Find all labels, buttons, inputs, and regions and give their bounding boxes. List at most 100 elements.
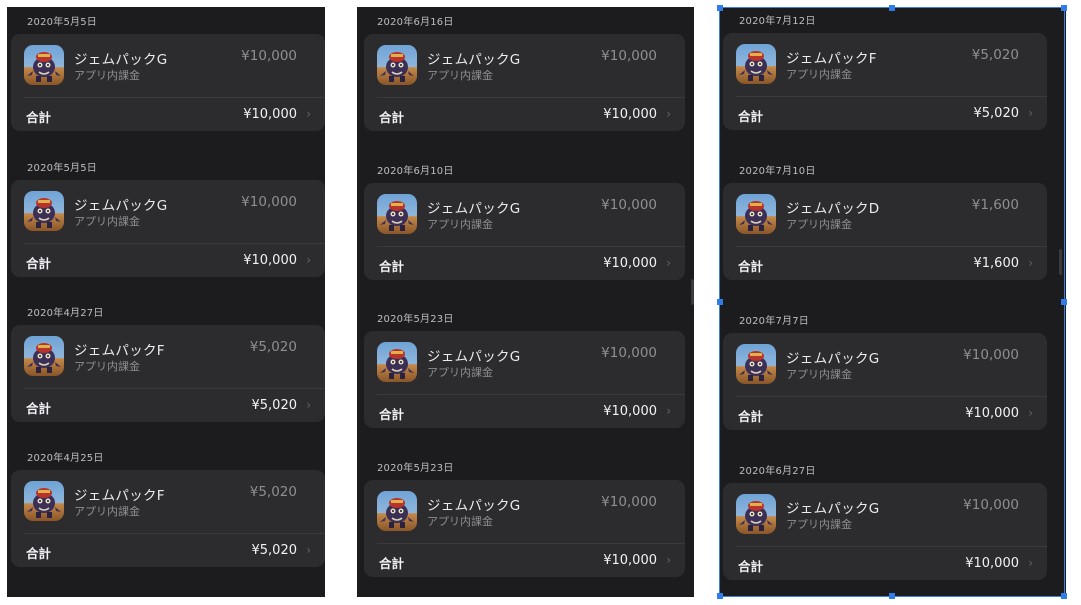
item-name: ジェムパックG <box>74 198 168 214</box>
purchase-date: 2020年5月5日 <box>27 17 97 28</box>
total-row[interactable]: 合計 ¥10,000 › <box>364 98 685 131</box>
purchase-card[interactable]: ジェムパックG アプリ内課金 ¥10,000 合計 ¥10,000 › <box>364 34 685 131</box>
total-label: 合計 <box>738 109 764 124</box>
total-label: 合計 <box>379 556 405 571</box>
game-character-app-icon <box>24 191 64 231</box>
total-value: ¥10,000 <box>603 553 657 568</box>
scroll-indicator[interactable] <box>1059 249 1062 275</box>
item-type: アプリ内課金 <box>786 68 852 81</box>
purchase-date: 2020年7月10日 <box>739 166 816 177</box>
item-name: ジェムパックG <box>427 349 521 365</box>
chevron-right-icon: › <box>666 256 671 270</box>
chevron-right-icon: › <box>1028 406 1033 420</box>
purchase-card[interactable]: ジェムパックG アプリ内課金 ¥10,000 合計 ¥10,000 › <box>723 333 1047 430</box>
item-price: ¥10,000 <box>241 194 297 210</box>
purchase-card[interactable]: ジェムパックF アプリ内課金 ¥5,020 合計 ¥5,020 › <box>723 33 1047 130</box>
item-price: ¥10,000 <box>601 197 657 213</box>
item-type: アプリ内課金 <box>427 515 493 528</box>
purchase-item-row[interactable]: ジェムパックF アプリ内課金 ¥5,020 <box>11 325 325 388</box>
purchase-item-row[interactable]: ジェムパックF アプリ内課金 ¥5,020 <box>11 470 325 533</box>
total-row[interactable]: 合計 ¥10,000 › <box>723 397 1047 430</box>
chevron-right-icon: › <box>306 107 311 121</box>
purchase-card[interactable]: ジェムパックG アプリ内課金 ¥10,000 合計 ¥10,000 › <box>364 480 685 577</box>
game-character-app-icon <box>736 194 776 234</box>
purchase-card[interactable]: ジェムパックG アプリ内課金 ¥10,000 合計 ¥10,000 › <box>723 483 1047 580</box>
item-type: アプリ内課金 <box>786 518 852 531</box>
total-value: ¥10,000 <box>965 556 1019 571</box>
total-value: ¥5,020 <box>251 543 298 558</box>
item-type: アプリ内課金 <box>427 69 493 82</box>
purchase-item-row[interactable]: ジェムパックG アプリ内課金 ¥10,000 <box>11 180 325 243</box>
total-label: 合計 <box>379 407 405 422</box>
purchase-date: 2020年6月10日 <box>377 166 454 177</box>
purchase-card[interactable]: ジェムパックF アプリ内課金 ¥5,020 合計 ¥5,020 › <box>11 325 325 422</box>
total-value: ¥10,000 <box>603 256 657 271</box>
game-character-app-icon <box>377 45 417 85</box>
total-row[interactable]: 合計 ¥5,020 › <box>723 97 1047 130</box>
total-row[interactable]: 合計 ¥5,020 › <box>11 534 325 567</box>
purchase-date: 2020年6月16日 <box>377 17 454 28</box>
purchase-date: 2020年4月25日 <box>27 453 104 464</box>
purchase-date: 2020年5月5日 <box>27 163 97 174</box>
item-name: ジェムパックF <box>74 343 165 359</box>
purchase-item-row[interactable]: ジェムパックG アプリ内課金 ¥10,000 <box>364 34 685 97</box>
purchase-card[interactable]: ジェムパックG アプリ内課金 ¥10,000 合計 ¥10,000 › <box>364 331 685 428</box>
purchase-card[interactable]: ジェムパックG アプリ内課金 ¥10,000 合計 ¥10,000 › <box>11 180 325 277</box>
item-name: ジェムパックG <box>427 201 521 217</box>
game-character-app-icon <box>736 44 776 84</box>
total-row[interactable]: 合計 ¥10,000 › <box>364 247 685 280</box>
purchase-item-row[interactable]: ジェムパックG アプリ内課金 ¥10,000 <box>364 331 685 394</box>
total-label: 合計 <box>379 259 405 274</box>
total-value: ¥10,000 <box>243 107 297 122</box>
total-row[interactable]: 合計 ¥10,000 › <box>11 98 325 131</box>
total-value: ¥5,020 <box>251 398 298 413</box>
item-name: ジェムパックG <box>74 52 168 68</box>
total-row[interactable]: 合計 ¥10,000 › <box>723 547 1047 580</box>
chevron-right-icon: › <box>306 253 311 267</box>
item-type: アプリ内課金 <box>786 368 852 381</box>
purchase-date: 2020年4月27日 <box>27 308 104 319</box>
purchase-date: 2020年5月23日 <box>377 314 454 325</box>
purchase-item-row[interactable]: ジェムパックD アプリ内課金 ¥1,600 <box>723 183 1047 246</box>
item-type: アプリ内課金 <box>786 218 852 231</box>
total-row[interactable]: 合計 ¥5,020 › <box>11 389 325 422</box>
total-row[interactable]: 合計 ¥10,000 › <box>364 395 685 428</box>
purchase-card[interactable]: ジェムパックD アプリ内課金 ¥1,600 合計 ¥1,600 › <box>723 183 1047 280</box>
total-row[interactable]: 合計 ¥1,600 › <box>723 247 1047 280</box>
total-value: ¥5,020 <box>973 106 1020 121</box>
item-type: アプリ内課金 <box>74 505 140 518</box>
purchase-item-row[interactable]: ジェムパックG アプリ内課金 ¥10,000 <box>364 480 685 543</box>
item-name: ジェムパックG <box>786 501 880 517</box>
purchase-date: 2020年5月23日 <box>377 463 454 474</box>
item-price: ¥10,000 <box>241 48 297 64</box>
scroll-indicator[interactable] <box>691 279 694 305</box>
game-character-app-icon <box>377 491 417 531</box>
total-label: 合計 <box>738 559 764 574</box>
total-label: 合計 <box>379 110 405 125</box>
purchase-card[interactable]: ジェムパックG アプリ内課金 ¥10,000 合計 ¥10,000 › <box>364 183 685 280</box>
purchase-item-row[interactable]: ジェムパックF アプリ内課金 ¥5,020 <box>723 33 1047 96</box>
purchase-item-row[interactable]: ジェムパックG アプリ内課金 ¥10,000 <box>364 183 685 246</box>
purchase-item-row[interactable]: ジェムパックG アプリ内課金 ¥10,000 <box>11 34 325 97</box>
game-character-app-icon <box>377 342 417 382</box>
item-price: ¥10,000 <box>601 345 657 361</box>
purchase-date: 2020年7月12日 <box>739 16 816 27</box>
chevron-right-icon: › <box>306 543 311 557</box>
total-label: 合計 <box>26 401 52 416</box>
item-type: アプリ内課金 <box>427 366 493 379</box>
chevron-right-icon: › <box>306 398 311 412</box>
chevron-right-icon: › <box>1028 556 1033 570</box>
item-name: ジェムパックG <box>427 52 521 68</box>
total-row[interactable]: 合計 ¥10,000 › <box>11 244 325 277</box>
purchase-item-row[interactable]: ジェムパックG アプリ内課金 ¥10,000 <box>723 483 1047 546</box>
total-row[interactable]: 合計 ¥10,000 › <box>364 544 685 577</box>
game-character-app-icon <box>736 494 776 534</box>
purchase-item-row[interactable]: ジェムパックG アプリ内課金 ¥10,000 <box>723 333 1047 396</box>
purchase-card[interactable]: ジェムパックG アプリ内課金 ¥10,000 合計 ¥10,000 › <box>11 34 325 131</box>
item-name: ジェムパックD <box>786 201 880 217</box>
total-label: 合計 <box>738 259 764 274</box>
purchase-card[interactable]: ジェムパックF アプリ内課金 ¥5,020 合計 ¥5,020 › <box>11 470 325 567</box>
item-type: アプリ内課金 <box>74 215 140 228</box>
total-value: ¥1,600 <box>973 256 1020 271</box>
total-value: ¥10,000 <box>965 406 1019 421</box>
